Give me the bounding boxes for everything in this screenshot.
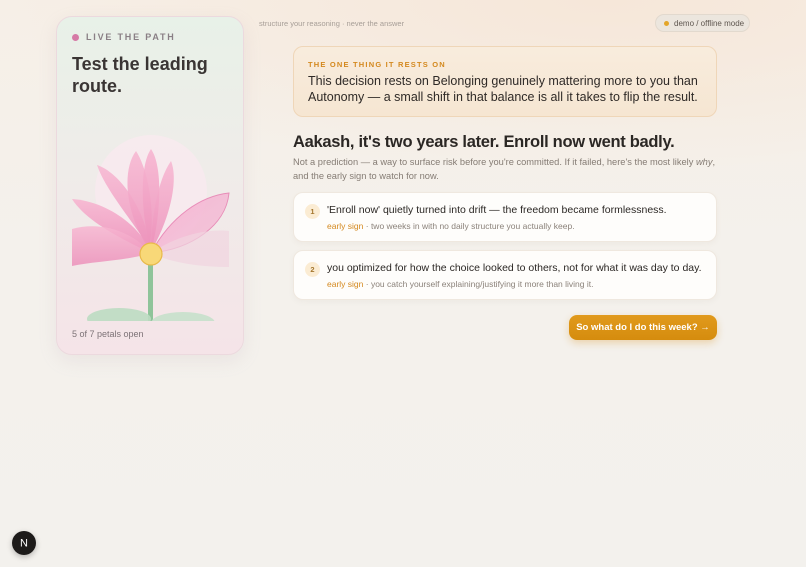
leaf <box>87 308 151 321</box>
lotus-flower-icon <box>72 135 230 321</box>
eyebrow-label: LIVE THE PATH <box>86 32 176 42</box>
petal-count: 5 of 7 petals open <box>72 329 144 339</box>
intro-emphasis: why <box>695 157 713 167</box>
next-logo-icon: N <box>20 538 28 550</box>
risk-early-sign: early sign · two weeks in with no daily … <box>327 221 712 231</box>
mode-badge[interactable]: demo / offline mode <box>655 14 750 32</box>
early-sign-text: · you catch yourself explaining/justifyi… <box>363 279 594 289</box>
risk-card: 1 'Enroll now' quietly turned into drift… <box>293 192 717 242</box>
status-dot-icon <box>664 20 669 26</box>
flower-center <box>139 242 163 266</box>
risk-early-sign: early sign · you catch yourself explaini… <box>327 279 712 289</box>
key-assumption-callout: THE ONE THING IT RESTS ON This decision … <box>293 46 717 117</box>
mode-badge-label: demo / offline mode <box>674 18 745 28</box>
intro-before: Not a prediction — a way to surface risk… <box>293 157 696 167</box>
intro-text: Not a prediction — a way to surface risk… <box>293 156 723 183</box>
page-title: Aakash, it's two years later. Enroll now… <box>293 133 675 151</box>
callout-text: This decision rests on Belonging genuine… <box>308 74 698 104</box>
risk-number: 1 <box>305 204 320 219</box>
path-title: Test the leading route. <box>72 54 208 96</box>
next-logo-button[interactable]: N <box>12 531 36 555</box>
next-step-button[interactable]: So what do I do this week? → <box>569 315 717 340</box>
early-sign-text: · two weeks in with no daily structure y… <box>363 221 575 231</box>
tagline: structure your reasoning · never the ans… <box>259 19 405 28</box>
callout-label: THE ONE THING IT RESTS ON <box>308 60 446 69</box>
risk-card: 2 you optimized for how the choice looke… <box>293 250 717 300</box>
leaf <box>151 312 215 321</box>
path-eyebrow: LIVE THE PATH <box>72 32 176 42</box>
risk-number: 2 <box>305 262 320 277</box>
risk-title: 'Enroll now' quietly turned into drift —… <box>327 204 667 216</box>
svg-text:N: N <box>20 538 28 550</box>
pink-dot-icon <box>72 33 79 41</box>
path-card: LIVE THE PATH Test the leading route. 5 … <box>56 16 244 355</box>
risk-title: you optimized for how the choice looked … <box>327 262 702 274</box>
early-sign-label: early sign <box>327 221 364 231</box>
early-sign-label: early sign <box>327 279 364 289</box>
